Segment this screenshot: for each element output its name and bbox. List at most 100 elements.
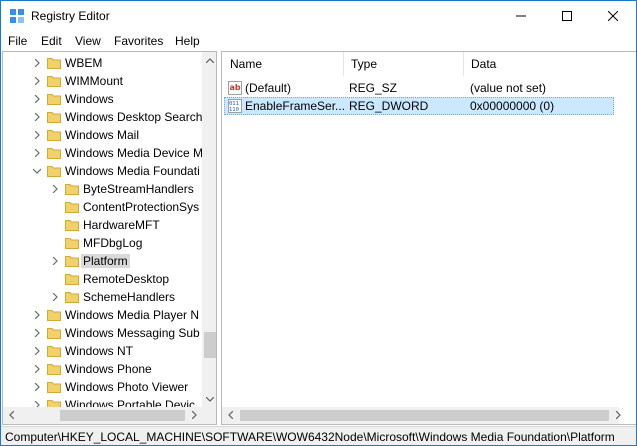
scroll-up-arrow[interactable] [202, 52, 216, 68]
value-type: REG_DWORD [349, 99, 429, 113]
tree-item[interactable]: Windows Media Player N [3, 306, 203, 324]
tree-item[interactable]: Platform [3, 252, 203, 270]
tree-item[interactable]: ContentProtectionSys [3, 198, 203, 216]
tree-item[interactable]: Windows Desktop Search [3, 108, 203, 126]
tree-item-label: Windows Desktop Search [65, 110, 203, 124]
folder-icon [65, 202, 79, 213]
tree-item-label: ContentProtectionSys [83, 200, 200, 214]
column-header-type[interactable]: Type [343, 52, 463, 76]
values-list-pane[interactable]: Name Type Data ab (Default) REG_SZ (valu… [221, 51, 636, 425]
folder-icon [47, 310, 61, 321]
chevron-right-icon[interactable] [51, 185, 59, 193]
dword-value-icon: 011 110 [228, 99, 242, 113]
title-bar[interactable]: Registry Editor [1, 1, 636, 31]
tree-item-label: Windows [65, 92, 114, 106]
folder-icon [47, 94, 61, 105]
folder-icon [47, 166, 61, 177]
folder-icon [47, 346, 61, 357]
chevron-right-icon[interactable] [33, 149, 41, 157]
tree-item[interactable]: RemoteDesktop [3, 270, 203, 288]
tree-item[interactable]: Windows Messaging Sub [3, 324, 203, 342]
folder-icon [65, 238, 79, 249]
menu-help[interactable]: Help [175, 34, 200, 48]
menu-edit[interactable]: Edit [41, 34, 62, 48]
tree-item[interactable]: HardwareMFT [3, 216, 203, 234]
tree-vertical-scrollbar[interactable] [202, 52, 216, 407]
folder-icon [65, 184, 79, 195]
tree-item[interactable]: Windows Media Device M [3, 144, 203, 162]
tree-item[interactable]: Windows Photo Viewer [3, 378, 203, 396]
scroll-corner [202, 407, 216, 424]
chevron-right-icon[interactable] [51, 257, 59, 265]
chevron-right-icon [615, 411, 621, 419]
tree-item[interactable]: Windows NT [3, 342, 203, 360]
tree-horizontal-scroll-thumb[interactable] [60, 410, 185, 421]
folder-icon [65, 256, 79, 267]
tree-horizontal-scrollbar[interactable] [3, 407, 202, 424]
chevron-right-icon[interactable] [33, 347, 41, 355]
menu-bar: File Edit View Favorites Help [1, 31, 636, 51]
scroll-right-arrow[interactable] [186, 407, 202, 423]
chevron-right-icon[interactable] [33, 59, 41, 67]
folder-icon [47, 364, 61, 375]
minimize-icon [516, 15, 526, 17]
tree-item-label: Windows Mail [65, 128, 140, 142]
tree-item[interactable]: WIMMount [3, 72, 203, 90]
current-key-path: Computer\HKEY_LOCAL_MACHINE\SOFTWARE\WOW… [5, 430, 615, 444]
column-header-data[interactable]: Data [463, 52, 613, 76]
value-name: (Default) [245, 81, 292, 95]
menu-view[interactable]: View [75, 34, 101, 48]
tree-item[interactable]: SchemeHandlers [3, 288, 203, 306]
value-data: (value not set) [470, 81, 547, 95]
menu-favorites[interactable]: Favorites [114, 34, 163, 48]
folder-icon [47, 148, 61, 159]
folder-icon [65, 220, 79, 231]
tree-item[interactable]: Windows Media Foundati [3, 162, 203, 180]
scroll-down-arrow[interactable] [202, 391, 216, 407]
folder-icon [47, 130, 61, 141]
chevron-right-icon[interactable] [33, 329, 41, 337]
maximize-button[interactable] [544, 1, 590, 31]
chevron-left-icon [227, 411, 233, 419]
tree-item-label: Windows Media Device M [65, 146, 204, 160]
chevron-right-icon[interactable] [33, 365, 41, 373]
chevron-right-icon[interactable] [33, 113, 41, 121]
chevron-right-icon[interactable] [33, 95, 41, 103]
tree-item-label: WIMMount [65, 74, 124, 88]
column-header-name[interactable]: Name [222, 52, 342, 76]
tree-item-label: Windows Messaging Sub [65, 326, 200, 340]
scroll-left-arrow[interactable] [222, 407, 238, 423]
chevron-right-icon[interactable] [33, 383, 41, 391]
list-horizontal-scroll-thumb[interactable] [240, 410, 609, 421]
tree-item-label: Windows Media Foundati [65, 164, 200, 178]
chevron-right-icon[interactable] [33, 311, 41, 319]
tree-item-label: SchemeHandlers [83, 290, 176, 304]
minimize-button[interactable] [498, 1, 544, 31]
scroll-left-arrow[interactable] [3, 407, 19, 423]
value-name: EnableFrameSer... [245, 99, 346, 113]
close-button[interactable] [590, 1, 636, 31]
registry-editor-window: Registry Editor File Edit View Favorites… [0, 0, 637, 446]
folder-icon [65, 292, 79, 303]
key-tree-pane[interactable]: WBEM WIMMount Windows Windows Desktop Searc… [2, 51, 217, 425]
chevron-right-icon[interactable] [33, 131, 41, 139]
tree-item[interactable]: Windows Mail [3, 126, 203, 144]
tree-item[interactable]: ByteStreamHandlers [3, 180, 203, 198]
chevron-right-icon[interactable] [33, 77, 41, 85]
chevron-right-icon[interactable] [51, 293, 59, 301]
value-row-enableframeserver[interactable]: 011 110 EnableFrameSer... REG_DWORD 0x00… [224, 97, 614, 115]
tree-item-label: WBEM [65, 56, 103, 70]
tree-item-label: Platform [81, 254, 130, 268]
scroll-right-arrow[interactable] [610, 407, 626, 423]
tree-item[interactable]: WBEM [3, 54, 203, 72]
chevron-down-icon [206, 396, 214, 402]
value-row-default[interactable]: ab (Default) REG_SZ (value not set) [224, 79, 614, 97]
tree-item[interactable]: Windows [3, 90, 203, 108]
list-horizontal-scrollbar[interactable] [222, 407, 621, 424]
maximize-icon [562, 11, 572, 21]
chevron-down-icon[interactable] [33, 167, 41, 175]
tree-item[interactable]: MFDbgLog [3, 234, 203, 252]
menu-file[interactable]: File [8, 34, 27, 48]
tree-vertical-scroll-thumb[interactable] [204, 332, 216, 358]
tree-item[interactable]: Windows Phone [3, 360, 203, 378]
